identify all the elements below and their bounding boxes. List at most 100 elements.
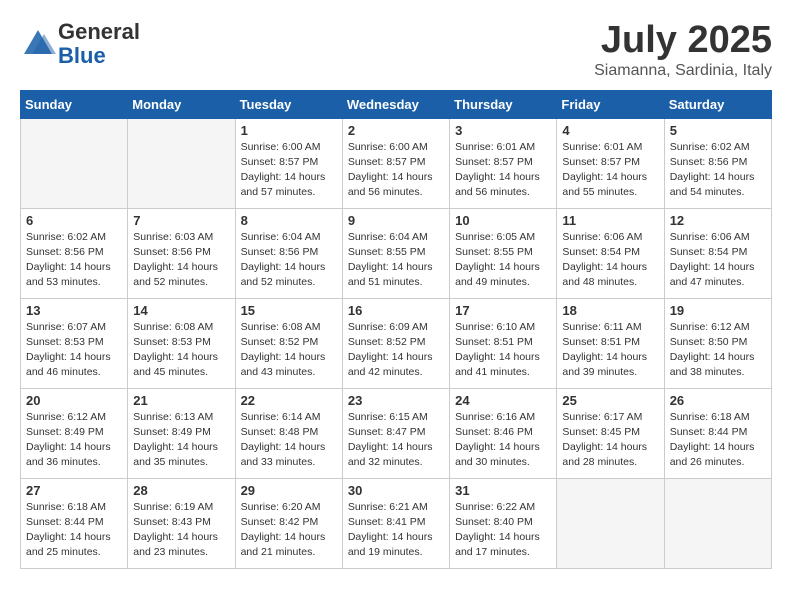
day-info: Sunrise: 6:20 AM Sunset: 8:42 PM Dayligh… bbox=[241, 500, 337, 561]
day-number: 6 bbox=[26, 213, 122, 228]
calendar-week-row: 27 Sunrise: 6:18 AM Sunset: 8:44 PM Dayli… bbox=[21, 478, 772, 568]
day-number: 22 bbox=[241, 393, 337, 408]
calendar-cell: 8 Sunrise: 6:04 AM Sunset: 8:56 PM Daylig… bbox=[235, 208, 342, 298]
calendar-week-row: 20 Sunrise: 6:12 AM Sunset: 8:49 PM Dayli… bbox=[21, 388, 772, 478]
calendar-cell: 7Sunrise: 6:03 AM Sunset: 8:56 PM Daylig… bbox=[128, 208, 235, 298]
day-number: 8 bbox=[241, 213, 337, 228]
day-info: Sunrise: 6:15 AM Sunset: 8:47 PM Dayligh… bbox=[348, 410, 444, 471]
day-number: 27 bbox=[26, 483, 122, 498]
day-number: 30 bbox=[348, 483, 444, 498]
day-number: 2 bbox=[348, 123, 444, 138]
day-number: 1 bbox=[241, 123, 337, 138]
day-info: Sunrise: 6:04 AM Sunset: 8:56 PM Dayligh… bbox=[241, 230, 337, 291]
day-info: Sunrise: 6:12 AM Sunset: 8:50 PM Dayligh… bbox=[670, 320, 766, 381]
day-number: 9 bbox=[348, 213, 444, 228]
calendar-cell: 3Sunrise: 6:01 AM Sunset: 8:57 PM Daylig… bbox=[450, 118, 557, 208]
calendar-cell: 12 Sunrise: 6:06 AM Sunset: 8:54 PM Dayli… bbox=[664, 208, 771, 298]
day-info: Sunrise: 6:09 AM Sunset: 8:52 PM Dayligh… bbox=[348, 320, 444, 381]
calendar-cell: 14 Sunrise: 6:08 AM Sunset: 8:53 PM Dayli… bbox=[128, 298, 235, 388]
calendar-cell: 19 Sunrise: 6:12 AM Sunset: 8:50 PM Dayli… bbox=[664, 298, 771, 388]
calendar-cell: 16 Sunrise: 6:09 AM Sunset: 8:52 PM Dayli… bbox=[342, 298, 449, 388]
calendar-cell: 31 Sunrise: 6:22 AM Sunset: 8:40 PM Dayli… bbox=[450, 478, 557, 568]
day-info: Sunrise: 6:00 AM Sunset: 8:57 PM Dayligh… bbox=[241, 140, 337, 201]
day-number: 11 bbox=[562, 213, 658, 228]
day-info: Sunrise: 6:10 AM Sunset: 8:51 PM Dayligh… bbox=[455, 320, 551, 381]
calendar-cell: 21 Sunrise: 6:13 AM Sunset: 8:49 PM Dayli… bbox=[128, 388, 235, 478]
day-info: Sunrise: 6:21 AM Sunset: 8:41 PM Dayligh… bbox=[348, 500, 444, 561]
days-of-week-row: SundayMondayTuesdayWednesdayThursdayFrid… bbox=[21, 90, 772, 118]
day-info: Sunrise: 6:06 AM Sunset: 8:54 PM Dayligh… bbox=[670, 230, 766, 291]
day-info: Sunrise: 6:12 AM Sunset: 8:49 PM Dayligh… bbox=[26, 410, 122, 471]
day-info: Sunrise: 6:02 AM Sunset: 8:56 PM Dayligh… bbox=[670, 140, 766, 201]
day-info: Sunrise: 6:01 AM Sunset: 8:57 PM Dayligh… bbox=[562, 140, 658, 201]
day-info: Sunrise: 6:18 AM Sunset: 8:44 PM Dayligh… bbox=[670, 410, 766, 471]
day-info: Sunrise: 6:18 AM Sunset: 8:44 PM Dayligh… bbox=[26, 500, 122, 561]
day-number: 26 bbox=[670, 393, 766, 408]
day-number: 4 bbox=[562, 123, 658, 138]
day-number: 13 bbox=[26, 303, 122, 318]
day-number: 18 bbox=[562, 303, 658, 318]
calendar-cell: 27 Sunrise: 6:18 AM Sunset: 8:44 PM Dayli… bbox=[21, 478, 128, 568]
day-number: 17 bbox=[455, 303, 551, 318]
calendar-cell: 6 Sunrise: 6:02 AM Sunset: 8:56 PM Daylig… bbox=[21, 208, 128, 298]
day-info: Sunrise: 6:16 AM Sunset: 8:46 PM Dayligh… bbox=[455, 410, 551, 471]
day-number: 28 bbox=[133, 483, 229, 498]
calendar-cell: 9 Sunrise: 6:04 AM Sunset: 8:55 PM Daylig… bbox=[342, 208, 449, 298]
day-number: 25 bbox=[562, 393, 658, 408]
day-info: Sunrise: 6:00 AM Sunset: 8:57 PM Dayligh… bbox=[348, 140, 444, 201]
day-info: Sunrise: 6:07 AM Sunset: 8:53 PM Dayligh… bbox=[26, 320, 122, 381]
calendar-cell bbox=[128, 118, 235, 208]
logo: General Blue bbox=[20, 20, 140, 68]
calendar-week-row: 6 Sunrise: 6:02 AM Sunset: 8:56 PM Daylig… bbox=[21, 208, 772, 298]
calendar-cell: 29 Sunrise: 6:20 AM Sunset: 8:42 PM Dayli… bbox=[235, 478, 342, 568]
day-number: 31 bbox=[455, 483, 551, 498]
day-number: 12 bbox=[670, 213, 766, 228]
calendar-cell: 11Sunrise: 6:06 AM Sunset: 8:54 PM Dayli… bbox=[557, 208, 664, 298]
calendar-cell: 15 Sunrise: 6:08 AM Sunset: 8:52 PM Dayli… bbox=[235, 298, 342, 388]
calendar-cell: 28Sunrise: 6:19 AM Sunset: 8:43 PM Dayli… bbox=[128, 478, 235, 568]
day-number: 3 bbox=[455, 123, 551, 138]
day-info: Sunrise: 6:05 AM Sunset: 8:55 PM Dayligh… bbox=[455, 230, 551, 291]
day-info: Sunrise: 6:02 AM Sunset: 8:56 PM Dayligh… bbox=[26, 230, 122, 291]
day-number: 20 bbox=[26, 393, 122, 408]
calendar-cell: 30 Sunrise: 6:21 AM Sunset: 8:41 PM Dayli… bbox=[342, 478, 449, 568]
calendar-table: SundayMondayTuesdayWednesdayThursdayFrid… bbox=[20, 90, 772, 569]
day-info: Sunrise: 6:22 AM Sunset: 8:40 PM Dayligh… bbox=[455, 500, 551, 561]
day-number: 16 bbox=[348, 303, 444, 318]
day-info: Sunrise: 6:08 AM Sunset: 8:52 PM Dayligh… bbox=[241, 320, 337, 381]
day-info: Sunrise: 6:08 AM Sunset: 8:53 PM Dayligh… bbox=[133, 320, 229, 381]
dow-header: Friday bbox=[557, 90, 664, 118]
day-info: Sunrise: 6:04 AM Sunset: 8:55 PM Dayligh… bbox=[348, 230, 444, 291]
calendar-cell: 25 Sunrise: 6:17 AM Sunset: 8:45 PM Dayli… bbox=[557, 388, 664, 478]
day-info: Sunrise: 6:17 AM Sunset: 8:45 PM Dayligh… bbox=[562, 410, 658, 471]
day-info: Sunrise: 6:14 AM Sunset: 8:48 PM Dayligh… bbox=[241, 410, 337, 471]
dow-header: Tuesday bbox=[235, 90, 342, 118]
day-number: 19 bbox=[670, 303, 766, 318]
calendar-cell: 22 Sunrise: 6:14 AM Sunset: 8:48 PM Dayli… bbox=[235, 388, 342, 478]
day-number: 29 bbox=[241, 483, 337, 498]
calendar-cell: 1 Sunrise: 6:00 AM Sunset: 8:57 PM Daylig… bbox=[235, 118, 342, 208]
calendar-cell bbox=[21, 118, 128, 208]
day-number: 24 bbox=[455, 393, 551, 408]
title-block: July 2025 Siamanna, Sardinia, Italy bbox=[594, 20, 772, 80]
month-title: July 2025 bbox=[594, 20, 772, 62]
calendar-cell: 2 Sunrise: 6:00 AM Sunset: 8:57 PM Daylig… bbox=[342, 118, 449, 208]
day-number: 14 bbox=[133, 303, 229, 318]
calendar-cell: 13 Sunrise: 6:07 AM Sunset: 8:53 PM Dayli… bbox=[21, 298, 128, 388]
logo-icon bbox=[20, 26, 56, 62]
calendar-cell bbox=[664, 478, 771, 568]
calendar-cell: 10 Sunrise: 6:05 AM Sunset: 8:55 PM Dayli… bbox=[450, 208, 557, 298]
dow-header: Wednesday bbox=[342, 90, 449, 118]
page-header: General Blue July 2025 Siamanna, Sardini… bbox=[20, 20, 772, 80]
day-info: Sunrise: 6:11 AM Sunset: 8:51 PM Dayligh… bbox=[562, 320, 658, 381]
calendar-body: 1 Sunrise: 6:00 AM Sunset: 8:57 PM Daylig… bbox=[21, 118, 772, 568]
dow-header: Saturday bbox=[664, 90, 771, 118]
day-number: 21 bbox=[133, 393, 229, 408]
logo-text: General Blue bbox=[58, 20, 140, 68]
calendar-cell: 24 Sunrise: 6:16 AM Sunset: 8:46 PM Dayli… bbox=[450, 388, 557, 478]
dow-header: Thursday bbox=[450, 90, 557, 118]
day-number: 15 bbox=[241, 303, 337, 318]
day-info: Sunrise: 6:13 AM Sunset: 8:49 PM Dayligh… bbox=[133, 410, 229, 471]
dow-header: Monday bbox=[128, 90, 235, 118]
day-number: 10 bbox=[455, 213, 551, 228]
